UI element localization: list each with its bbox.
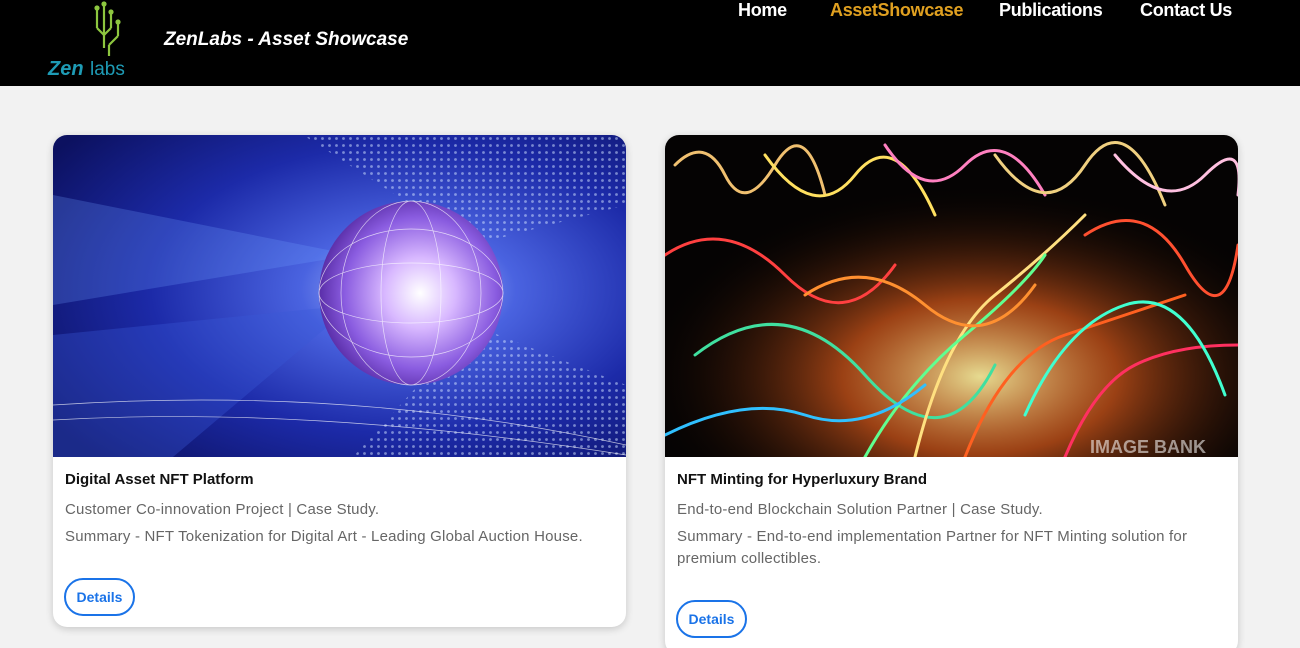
nav-contact-us[interactable]: Contact Us xyxy=(1140,0,1232,21)
nav-home[interactable]: Home xyxy=(738,0,787,21)
card-title: NFT Minting for Hyperluxury Brand xyxy=(677,471,928,488)
card-subtitle: Customer Co-innovation Project | Case St… xyxy=(65,501,380,518)
card-summary: Summary - End-to-end implementation Part… xyxy=(677,528,1188,567)
watermark: IMAGE BANK xyxy=(1090,437,1206,457)
details-button[interactable]: Details xyxy=(676,600,747,638)
details-button[interactable]: Details xyxy=(64,578,135,616)
card-title: Digital Asset NFT Platform xyxy=(65,471,254,488)
zenlabs-logo[interactable]: Zen labs xyxy=(46,0,138,80)
card-subtitle: End-to-end Blockchain Solution Partner |… xyxy=(677,501,1043,518)
digital-sphere-image xyxy=(53,135,626,457)
light-trails-image: IMAGE BANK xyxy=(665,135,1238,457)
nav-publications[interactable]: Publications xyxy=(999,0,1103,21)
asset-card: Digital Asset NFT Platform Customer Co-i… xyxy=(53,135,626,627)
logo-text-zen: Zen xyxy=(47,58,84,80)
card-summary: Summary - NFT Tokenization for Digital A… xyxy=(65,528,583,545)
nav-assetshowcase[interactable]: AssetShowcase xyxy=(830,0,963,21)
brand-title: ZenLabs - Asset Showcase xyxy=(164,29,409,50)
navbar: Zen labs ZenLabs - Asset Showcase Home A… xyxy=(0,0,1300,86)
logo-text-labs: labs xyxy=(90,59,125,80)
asset-card: IMAGE BANK NFT Minting for Hyperluxury B… xyxy=(665,135,1238,648)
